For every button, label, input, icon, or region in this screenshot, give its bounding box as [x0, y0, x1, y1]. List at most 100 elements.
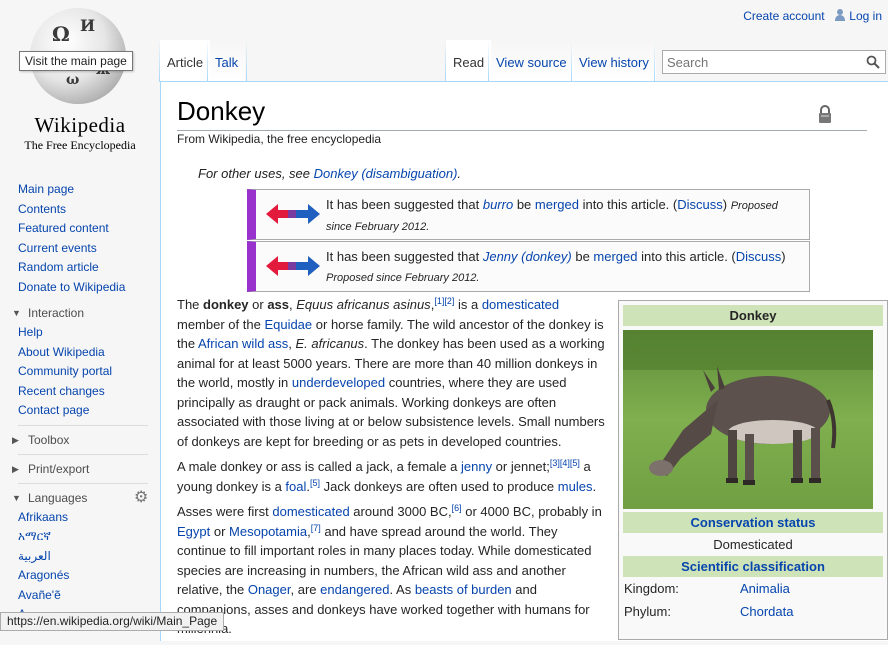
- taxon-link[interactable]: Animalia: [740, 577, 790, 600]
- merge-arrows-icon: [266, 256, 320, 276]
- citation-link[interactable]: [5]: [570, 458, 580, 468]
- article-link[interactable]: Equidae: [264, 317, 312, 332]
- article-link[interactable]: jenny: [461, 459, 492, 474]
- merged-link[interactable]: merged: [593, 249, 637, 264]
- log-in-link[interactable]: Log in: [849, 9, 882, 23]
- navigation-portal: Main page Contents Featured content Curr…: [0, 180, 160, 297]
- collapsed-triangle-icon: ▶: [12, 463, 19, 474]
- language-link[interactable]: Aragonés: [18, 566, 160, 586]
- infobox-title: Donkey: [623, 305, 883, 326]
- sidebar-item-random-article[interactable]: Random article: [18, 258, 160, 278]
- article-link[interactable]: domesticated: [482, 297, 559, 312]
- infobox: Donkey Conservation status Domesticated …: [618, 300, 888, 640]
- print-export-heading[interactable]: ▶ Print/export: [0, 459, 160, 479]
- tab-view-source[interactable]: View source: [489, 40, 574, 82]
- interaction-portal: Help About Wikipedia Community portal Re…: [0, 323, 160, 421]
- lock-icon[interactable]: [818, 104, 832, 124]
- article-link[interactable]: Egypt: [177, 524, 210, 539]
- sidebar-item-featured-content[interactable]: Featured content: [18, 219, 160, 239]
- language-link[interactable]: Avañe'ẽ: [18, 586, 160, 606]
- tab-talk[interactable]: Talk: [208, 40, 246, 82]
- site-subtitle: From Wikipedia, the free encyclopedia: [177, 132, 382, 146]
- paragraph: Asses were first domesticated around 300…: [177, 503, 602, 637]
- tab-view-history[interactable]: View history: [572, 40, 656, 82]
- citation-link[interactable]: [2]: [444, 296, 454, 306]
- citation-link[interactable]: [1]: [434, 296, 444, 306]
- merge-notice: It has been suggested that Jenny (donkey…: [247, 241, 810, 292]
- conservation-status-heading[interactable]: Conservation status: [623, 512, 883, 533]
- article-link[interactable]: foal: [285, 479, 306, 494]
- tab-article[interactable]: Article: [160, 40, 211, 82]
- donkey-photo[interactable]: [623, 330, 873, 509]
- search-input[interactable]: [665, 52, 860, 72]
- expanded-triangle-icon: ▼: [12, 492, 21, 503]
- tagline: The Free Encyclopedia: [24, 138, 136, 152]
- wordmark: Wikipedia: [34, 113, 126, 137]
- gear-icon[interactable]: ⚙: [134, 488, 148, 508]
- sidebar-item-recent-changes[interactable]: Recent changes: [18, 382, 160, 402]
- create-account-link[interactable]: Create account: [743, 9, 824, 23]
- personal-tools: Create account Log in: [743, 9, 882, 23]
- portal-divider: [18, 453, 148, 455]
- sidebar-item-about[interactable]: About Wikipedia: [18, 343, 160, 363]
- article-link[interactable]: beasts of burden: [415, 582, 512, 597]
- sidebar-item-contents[interactable]: Contents: [18, 200, 160, 220]
- sidebar-item-community-portal[interactable]: Community portal: [18, 362, 160, 382]
- page-title: Donkey: [177, 96, 266, 126]
- toolbox-heading[interactable]: ▶ Toolbox: [0, 430, 160, 450]
- scientific-classification-heading[interactable]: Scientific classification: [623, 556, 883, 577]
- status-bar-url: https://en.wikipedia.org/wiki/Main_Page: [0, 612, 225, 631]
- sidebar-item-donate[interactable]: Donate to Wikipedia: [18, 278, 160, 298]
- language-link[interactable]: Afrikaans: [18, 508, 160, 528]
- language-link[interactable]: አማርኛ: [18, 527, 160, 547]
- article-link[interactable]: domesticated: [272, 504, 349, 519]
- merged-link[interactable]: merged: [535, 197, 579, 212]
- conservation-status-value: Domesticated: [713, 537, 793, 552]
- paragraph: A male donkey or ass is called a jack, a…: [177, 458, 597, 494]
- disambiguation-link[interactable]: Donkey (disambiguation): [314, 166, 458, 181]
- merge-topic-link[interactable]: Jenny (donkey): [483, 249, 572, 264]
- citation-link[interactable]: [6]: [452, 503, 462, 513]
- languages-portal: Afrikaans አማርኛ العربية Aragonés Avañe'ẽ …: [0, 508, 160, 625]
- merge-arrows-icon: [266, 204, 320, 224]
- citation-link[interactable]: [5]: [310, 478, 320, 488]
- content-area: Donkey From Wikipedia, the free encyclop…: [160, 81, 888, 641]
- paragraph: The donkey or ass, Equus africanus asinu…: [177, 296, 605, 449]
- hatnote: For other uses, see Donkey (disambiguati…: [198, 166, 462, 181]
- portal-divider: [18, 424, 148, 426]
- sidebar: Main page Contents Featured content Curr…: [0, 180, 160, 625]
- discuss-link[interactable]: Discuss: [736, 249, 782, 264]
- citation-link[interactable]: [7]: [311, 523, 321, 533]
- article-link[interactable]: African wild ass: [198, 336, 288, 351]
- merge-topic-link[interactable]: burro: [483, 197, 513, 212]
- proposed-since: Proposed since February 2012.: [326, 272, 480, 284]
- title-divider: [177, 130, 867, 131]
- sidebar-item-current-events[interactable]: Current events: [18, 239, 160, 259]
- article-link[interactable]: Mesopotamia: [229, 524, 307, 539]
- expanded-triangle-icon: ▼: [12, 308, 21, 318]
- language-link[interactable]: العربية: [18, 547, 160, 567]
- tab-read[interactable]: Read: [446, 40, 492, 82]
- taxon-link[interactable]: Chordata: [740, 600, 793, 623]
- sidebar-item-contact-page[interactable]: Contact page: [18, 401, 160, 421]
- languages-heading[interactable]: ▼ Languages ⚙: [0, 488, 160, 508]
- taxonomy-row: Kingdom: Animalia: [619, 577, 887, 600]
- user-icon: [834, 9, 846, 21]
- taxonomy-row: Phylum: Chordata: [619, 600, 887, 623]
- logo-tooltip: Visit the main page: [19, 51, 133, 71]
- interaction-heading[interactable]: ▼ Interaction: [0, 303, 160, 323]
- collapsed-triangle-icon: ▶: [12, 434, 19, 445]
- citation-link[interactable]: [3]: [550, 458, 560, 468]
- article-body: The donkey or ass, Equus africanus asinu…: [177, 295, 606, 645]
- search-icon[interactable]: [866, 55, 880, 69]
- article-link[interactable]: underdeveloped: [292, 375, 385, 390]
- article-link[interactable]: mules: [558, 479, 593, 494]
- merge-notice: It has been suggested that burro be merg…: [247, 189, 810, 240]
- article-link[interactable]: Onager: [248, 582, 291, 597]
- citation-link[interactable]: [4]: [560, 458, 570, 468]
- sidebar-item-help[interactable]: Help: [18, 323, 160, 343]
- article-link[interactable]: endangered: [320, 582, 389, 597]
- wikipedia-logo[interactable]: Ω И W ウ ж ω Wikipedia The Free Encyclope…: [0, 0, 160, 160]
- sidebar-item-main-page[interactable]: Main page: [18, 180, 160, 200]
- discuss-link[interactable]: Discuss: [677, 197, 723, 212]
